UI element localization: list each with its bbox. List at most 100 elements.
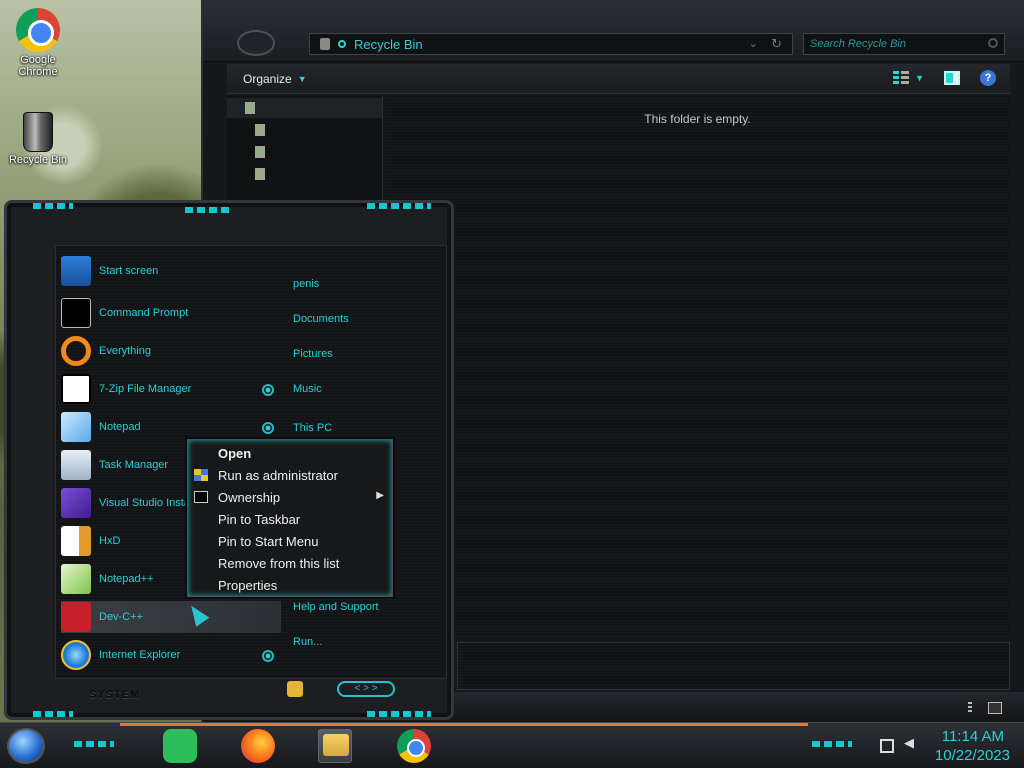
organize-button[interactable]: Organize ▼: [243, 72, 307, 86]
desktop-icon-chrome[interactable]: Google Chrome: [6, 8, 70, 78]
preview-pane-icon[interactable]: [944, 71, 960, 85]
command-prompt-icon: [194, 491, 208, 503]
start-program-item[interactable]: 7-Zip File Manager: [61, 373, 281, 405]
view-controls: ▼ ?: [893, 70, 996, 86]
explorer-titlebar: Recycle Bin ⌄ ↻: [203, 0, 1024, 62]
desktop-icon-label: Google Chrome: [18, 54, 58, 78]
clock-time[interactable]: 11:14 AM: [942, 728, 1004, 745]
search-icon[interactable]: [988, 38, 998, 48]
context-remove-from-list[interactable]: Remove from this list: [188, 552, 392, 574]
volume-icon[interactable]: ◀: [904, 735, 918, 750]
program-label: Dev-C++: [99, 611, 144, 623]
menu-label: Open: [218, 445, 252, 461]
menu-label: Pin to Taskbar: [218, 511, 301, 527]
desktop-icon-label: Recycle Bin: [8, 154, 68, 166]
chrome-icon: [16, 8, 60, 52]
decor-stripe: [367, 203, 431, 209]
start-link-user-folder[interactable]: penis: [293, 278, 319, 290]
chrome-icon[interactable]: [397, 729, 431, 763]
start-screen-icon: [61, 256, 91, 286]
context-ownership[interactable]: Ownership ▶: [188, 486, 392, 508]
chevron-down-icon[interactable]: ⌄: [749, 37, 758, 50]
menu-label: Pin to Start Menu: [218, 533, 319, 549]
large-icons-view-icon[interactable]: [988, 702, 1002, 714]
program-label: 7-Zip File Manager: [99, 383, 192, 395]
help-icon[interactable]: ?: [980, 70, 996, 86]
app-green-icon[interactable]: [163, 729, 197, 763]
file-explorer-icon: [323, 734, 349, 756]
folder-icon: [255, 124, 265, 136]
command-prompt-icon: [61, 298, 91, 328]
address-bar[interactable]: Recycle Bin ⌄ ↻: [309, 33, 793, 55]
start-program-item[interactable]: Internet Explorer: [61, 639, 281, 671]
back-forward-icon[interactable]: [237, 30, 275, 56]
dropdown-arrow-icon[interactable]: ▼: [915, 73, 924, 83]
system-label: SYSTEM: [89, 689, 141, 701]
program-label: HxD: [99, 535, 121, 547]
recycle-bin-small-icon: [320, 38, 330, 50]
network-icon[interactable]: [880, 739, 894, 753]
start-program-item[interactable]: Start screen: [61, 255, 281, 287]
start-button[interactable]: [7, 728, 45, 764]
search-input[interactable]: [810, 38, 980, 50]
decor-stripe: [33, 711, 73, 717]
nav-item[interactable]: [227, 142, 382, 162]
nav-favorites-header[interactable]: [227, 98, 382, 118]
dropdown-arrow-icon: ▼: [297, 73, 307, 84]
program-label: Command Prompt: [99, 307, 189, 319]
context-open[interactable]: Open: [188, 442, 392, 464]
desktop-icon-recycle-bin[interactable]: Recycle Bin: [6, 112, 70, 166]
magnifier-icon: [61, 336, 91, 366]
context-pin-start[interactable]: Pin to Start Menu: [188, 530, 392, 552]
program-label: Start screen: [99, 265, 159, 277]
start-link-run[interactable]: Run...: [293, 636, 322, 648]
details-view-icon[interactable]: [968, 702, 972, 714]
notepad-icon: [61, 412, 91, 442]
nav-item[interactable]: [227, 120, 382, 140]
folder-icon: [255, 146, 265, 158]
refresh-icon[interactable]: ↻: [771, 36, 782, 52]
menu-label: Run as administrator: [218, 467, 338, 483]
file-list-area[interactable]: This folder is empty.: [385, 96, 1010, 636]
context-pin-taskbar[interactable]: Pin to Taskbar: [188, 508, 392, 530]
decor-stripe: [33, 203, 73, 209]
menu-label: Properties: [218, 577, 278, 593]
program-label: Everything: [99, 345, 151, 357]
start-link-help[interactable]: Help and Support: [293, 601, 379, 613]
search-box[interactable]: [803, 33, 1005, 55]
menu-label: Remove from this list: [218, 555, 340, 571]
view-options-icon[interactable]: [893, 71, 910, 85]
pin-icon[interactable]: [262, 384, 274, 396]
taskbar: ◀ 11:14 AM 10/22/2023: [0, 722, 1024, 768]
star-icon: [245, 102, 255, 114]
decor-stripe: [74, 741, 114, 747]
task-manager-icon: [61, 450, 91, 480]
menu-label: Ownership: [218, 489, 281, 505]
notepad-plus-plus-icon: [61, 564, 91, 594]
program-label: Visual Studio Insta: [99, 497, 190, 509]
start-link-music[interactable]: Music: [293, 383, 322, 395]
power-icon[interactable]: [287, 681, 303, 697]
shutdown-options-button[interactable]: < > >: [337, 681, 395, 697]
clock-date[interactable]: 10/22/2023: [935, 747, 1010, 764]
pin-icon[interactable]: [262, 650, 274, 662]
context-properties[interactable]: Properties: [188, 574, 392, 596]
nav-item[interactable]: [227, 164, 382, 184]
start-program-item[interactable]: Everything: [61, 335, 281, 367]
breadcrumb-separator-icon: [338, 40, 346, 48]
7zip-icon: [61, 374, 91, 404]
pin-icon[interactable]: [262, 422, 274, 434]
start-program-item-selected[interactable]: Dev-C++: [61, 601, 281, 633]
firefox-icon[interactable]: [241, 729, 275, 763]
address-text: Recycle Bin: [354, 36, 423, 52]
taskbar-explorer-button[interactable]: [318, 729, 352, 763]
context-menu: Open Run as administrator Ownership ▶ Pi…: [187, 439, 393, 597]
start-link-pictures[interactable]: Pictures: [293, 348, 333, 360]
command-bar: Organize ▼ ▼ ?: [227, 64, 1010, 94]
context-run-as-admin[interactable]: Run as administrator: [188, 464, 392, 486]
empty-folder-message: This folder is empty.: [644, 112, 751, 126]
start-link-documents[interactable]: Documents: [293, 313, 349, 325]
hxd-icon: [61, 526, 91, 556]
start-program-item[interactable]: Command Prompt: [61, 297, 281, 329]
start-link-this-pc[interactable]: This PC: [293, 422, 332, 434]
